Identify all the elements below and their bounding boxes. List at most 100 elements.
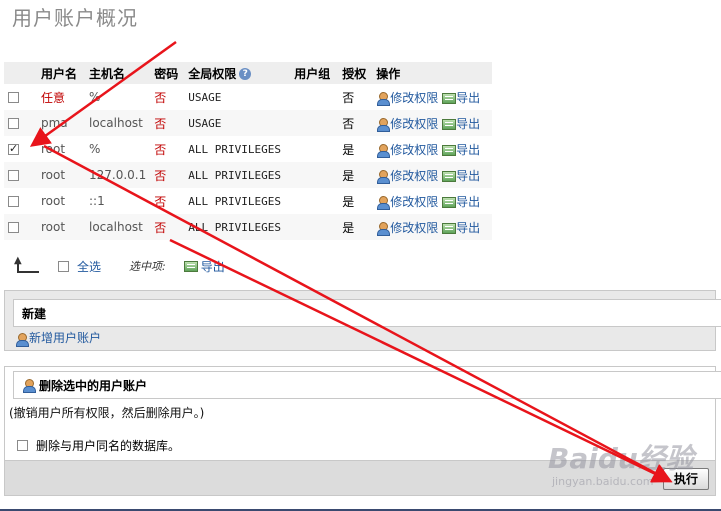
cell-hostname: %: [85, 136, 151, 162]
row-checkbox[interactable]: [8, 92, 19, 103]
cell-privileges: ALL PRIVILEGES: [184, 136, 291, 162]
header-global-privileges-label: 全局权限: [188, 66, 237, 81]
header-password[interactable]: 密码: [150, 62, 185, 84]
row-select-cell: [4, 110, 37, 136]
export-link[interactable]: 导出: [456, 221, 480, 235]
cell-username: root: [37, 136, 85, 162]
export-link[interactable]: 导出: [456, 195, 480, 209]
export-icon[interactable]: [442, 118, 457, 130]
cell-password: 否: [150, 136, 185, 162]
add-user-icon[interactable]: [15, 332, 29, 347]
row-checkbox[interactable]: [8, 118, 19, 129]
cell-grant: 否: [338, 110, 373, 136]
cell-password: 否: [150, 214, 185, 240]
cell-actions: 修改权限 导出: [372, 84, 493, 110]
cell-grant: 否: [338, 84, 373, 110]
cell-password: 否: [150, 162, 185, 188]
cell-user-group: [290, 214, 339, 240]
add-user-link[interactable]: 新增用户账户: [29, 331, 101, 345]
export-icon[interactable]: [442, 196, 457, 208]
cell-privileges: ALL PRIVILEGES: [184, 214, 291, 240]
header-username[interactable]: 用户名: [37, 62, 85, 84]
edit-privileges-icon[interactable]: [376, 169, 391, 184]
row-checkbox[interactable]: [8, 170, 19, 181]
table-row: 任意 % 否 USAGE 否 修改权限 导出: [4, 84, 493, 110]
user-accounts-table: 用户名 主机名 密码 全局权限? 用户组 授权 操作 任意 % 否 USAGE …: [4, 62, 493, 240]
cell-password: 否: [150, 84, 185, 110]
row-select-cell: [4, 136, 37, 162]
delete-note: (撤销用户所有权限，然后删除用户。): [9, 406, 205, 420]
cell-hostname: localhost: [85, 214, 151, 240]
cell-actions: 修改权限 导出: [372, 162, 493, 188]
cell-username: pma: [37, 110, 85, 136]
edit-privileges-icon[interactable]: [376, 195, 391, 210]
export-link[interactable]: 导出: [456, 117, 480, 131]
drop-db-label[interactable]: 删除与用户同名的数据库。: [36, 437, 180, 454]
edit-privileges-icon[interactable]: [376, 117, 391, 132]
cell-user-group: [290, 136, 339, 162]
header-user-group: 用户组: [290, 62, 339, 84]
export-link[interactable]: 导出: [456, 143, 480, 157]
cell-actions: 修改权限 导出: [372, 188, 493, 214]
edit-privileges-link[interactable]: 修改权限: [390, 195, 438, 209]
cell-grant: 是: [338, 188, 373, 214]
cell-actions: 修改权限 导出: [372, 214, 493, 240]
cell-grant: 是: [338, 162, 373, 188]
cell-password: 否: [150, 110, 185, 136]
export-icon[interactable]: [442, 92, 457, 104]
export-icon[interactable]: [442, 170, 457, 182]
table-row: root 127.0.0.1 否 ALL PRIVILEGES 是 修改权限 导…: [4, 162, 493, 188]
drop-db-row: 删除与用户同名的数据库。: [17, 437, 180, 454]
delete-users-fieldset: 删除选中的用户账户 (撤销用户所有权限，然后删除用户。) 删除与用户同名的数据库…: [4, 366, 721, 496]
cell-username: 任意: [37, 84, 85, 110]
edit-privileges-link[interactable]: 修改权限: [390, 169, 438, 183]
cell-username: root: [37, 188, 85, 214]
row-select-cell: [4, 162, 37, 188]
export-link[interactable]: 导出: [456, 169, 480, 183]
cell-username: root: [37, 214, 85, 240]
help-icon[interactable]: ?: [239, 68, 252, 80]
edit-privileges-link[interactable]: 修改权限: [390, 221, 438, 235]
edit-privileges-link[interactable]: 修改权限: [390, 91, 438, 105]
edit-privileges-icon[interactable]: [376, 143, 391, 158]
bulk-export-link[interactable]: 导出: [201, 258, 225, 275]
select-all-link[interactable]: 全选: [77, 258, 101, 275]
row-checkbox[interactable]: [8, 142, 19, 155]
delete-users-legend-text: 删除选中的用户账户: [39, 378, 148, 393]
row-checkbox[interactable]: [8, 196, 19, 207]
export-link[interactable]: 导出: [456, 91, 480, 105]
page-title: 用户账户概况: [12, 6, 138, 30]
cell-grant: 是: [338, 214, 373, 240]
export-icon[interactable]: [183, 260, 198, 272]
cell-hostname: %: [85, 84, 151, 110]
row-checkbox[interactable]: [8, 222, 19, 233]
export-icon[interactable]: [442, 144, 457, 156]
cell-user-group: [290, 188, 339, 214]
drop-db-checkbox[interactable]: [17, 440, 28, 451]
select-all-checkbox[interactable]: [58, 260, 69, 272]
go-button[interactable]: 执行: [663, 468, 709, 490]
cell-hostname: localhost: [85, 110, 151, 136]
add-user-row: 新增用户账户: [15, 329, 101, 347]
new-user-legend: 新建: [13, 299, 721, 327]
cell-hostname: 127.0.0.1: [85, 162, 151, 188]
edit-privileges-icon[interactable]: [376, 91, 391, 106]
header-grant: 授权: [338, 62, 373, 84]
edit-privileges-link[interactable]: 修改权限: [390, 143, 438, 157]
header-checkbox-col: [4, 62, 37, 84]
cell-username: root: [37, 162, 85, 188]
delete-footer: 执行: [5, 460, 715, 495]
cell-hostname: ::1: [85, 188, 151, 214]
cell-user-group: [290, 110, 339, 136]
table-row: root ::1 否 ALL PRIVILEGES 是 修改权限 导出: [4, 188, 493, 214]
header-hostname[interactable]: 主机名: [85, 62, 151, 84]
row-select-cell: [4, 188, 37, 214]
export-icon[interactable]: [442, 222, 457, 234]
cell-actions: 修改权限 导出: [372, 136, 493, 162]
row-select-cell: [4, 214, 37, 240]
header-global-privileges: 全局权限?: [184, 62, 291, 84]
delete-user-icon: [22, 378, 36, 393]
edit-privileges-icon[interactable]: [376, 221, 391, 236]
new-user-fieldset: 新建 新增用户账户: [4, 290, 721, 351]
edit-privileges-link[interactable]: 修改权限: [390, 117, 438, 131]
